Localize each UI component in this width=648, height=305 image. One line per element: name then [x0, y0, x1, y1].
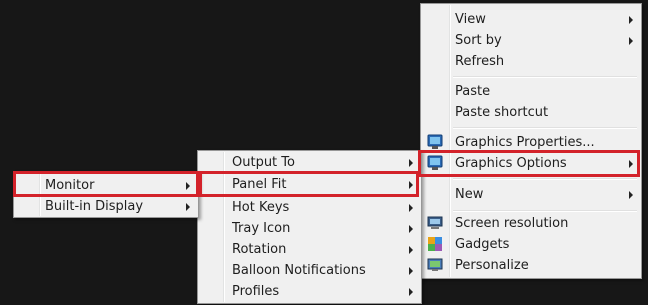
menu-item-label: Paste	[455, 84, 491, 99]
submenu-arrow-icon	[409, 288, 413, 296]
menu-item-label: Rotation	[232, 242, 287, 257]
menu-item-personalize[interactable]: Personalize	[423, 255, 639, 276]
submenu-arrow-icon	[409, 267, 413, 275]
submenu-arrow-icon	[409, 181, 413, 189]
menu-item-label: Screen resolution	[455, 216, 569, 231]
menu-item-label: Sort by	[455, 33, 502, 48]
menu-item-view[interactable]: View	[423, 9, 639, 30]
submenu-arrow-icon	[629, 191, 633, 199]
graphics-properties-icon	[427, 134, 443, 150]
graphics-options-icon	[427, 155, 443, 171]
menu-separator	[453, 76, 637, 78]
menu-item-label: Personalize	[455, 258, 529, 273]
menu-item-panel-fit[interactable]: Panel Fit	[200, 174, 419, 195]
menu-item-sort-by[interactable]: Sort by	[423, 30, 639, 51]
menu-item-tray-icon[interactable]: Tray Icon	[200, 218, 419, 239]
personalize-icon	[427, 257, 443, 273]
menu-item-label: View	[455, 12, 486, 27]
menu-item-label: Monitor	[45, 178, 95, 193]
menu-item-rotation[interactable]: Rotation	[200, 239, 419, 260]
menu-item-monitor[interactable]: Monitor	[16, 175, 196, 196]
menu-item-built-in-display[interactable]: Built-in Display	[16, 196, 196, 217]
submenu-arrow-icon	[409, 246, 413, 254]
menu-item-graphics-options[interactable]: Graphics Options	[423, 153, 639, 174]
menu-separator	[453, 127, 637, 129]
desktop-context-menu: View Sort by Refresh Paste Paste shortcu…	[420, 3, 642, 279]
submenu-arrow-icon	[409, 225, 413, 233]
menu-item-label: Gadgets	[455, 237, 510, 252]
menu-item-label: Graphics Properties...	[455, 135, 595, 150]
menu-item-gadgets[interactable]: Gadgets	[423, 234, 639, 255]
menu-item-new[interactable]: New	[423, 184, 639, 205]
menu-item-label: Tray Icon	[232, 221, 291, 236]
menu-item-label: Panel Fit	[232, 177, 287, 192]
menu-item-profiles[interactable]: Profiles	[200, 281, 419, 302]
submenu-arrow-icon	[629, 160, 633, 168]
menu-item-refresh[interactable]: Refresh	[423, 51, 639, 72]
menu-item-screen-resolution[interactable]: Screen resolution	[423, 213, 639, 234]
submenu-arrow-icon	[409, 204, 413, 212]
menu-item-label: Balloon Notifications	[232, 263, 366, 278]
screen-resolution-icon	[427, 215, 443, 231]
menu-separator	[453, 210, 637, 212]
menu-item-paste[interactable]: Paste	[423, 81, 639, 102]
submenu-arrow-icon	[186, 203, 190, 211]
menu-item-label: Profiles	[232, 284, 280, 299]
submenu-arrow-icon	[186, 182, 190, 190]
graphics-options-submenu: Output To Panel Fit Hot Keys Tray Icon R…	[197, 150, 422, 304]
menu-item-label: New	[455, 187, 484, 202]
menu-item-label: Refresh	[455, 54, 505, 69]
gadgets-icon	[427, 236, 443, 252]
menu-item-hot-keys[interactable]: Hot Keys	[200, 197, 419, 218]
menu-item-label: Built-in Display	[45, 199, 144, 214]
menu-item-balloon-notifications[interactable]: Balloon Notifications	[200, 260, 419, 281]
menu-item-label: Graphics Options	[455, 156, 567, 171]
menu-item-label: Hot Keys	[232, 200, 290, 215]
submenu-arrow-icon	[629, 16, 633, 24]
menu-separator	[453, 178, 637, 180]
menu-item-graphics-properties[interactable]: Graphics Properties...	[423, 132, 639, 153]
menu-item-label: Paste shortcut	[455, 105, 549, 120]
menu-item-label: Output To	[232, 155, 295, 170]
menu-item-output-to[interactable]: Output To	[200, 152, 419, 173]
submenu-arrow-icon	[409, 159, 413, 167]
menu-item-paste-shortcut[interactable]: Paste shortcut	[423, 102, 639, 123]
submenu-arrow-icon	[629, 37, 633, 45]
panel-fit-submenu: Monitor Built-in Display	[13, 171, 199, 218]
